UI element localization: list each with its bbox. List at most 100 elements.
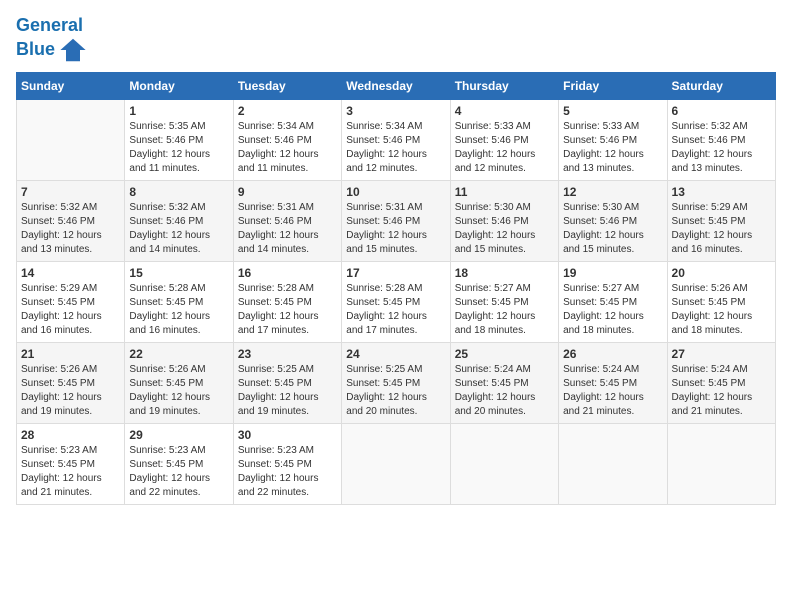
- calendar-cell: 20Sunrise: 5:26 AMSunset: 5:45 PMDayligh…: [667, 261, 775, 342]
- calendar-header: SundayMondayTuesdayWednesdayThursdayFrid…: [17, 72, 776, 99]
- day-info: Sunrise: 5:32 AMSunset: 5:46 PMDaylight:…: [129, 201, 228, 257]
- calendar-cell: 27 Sunrise: 5:24 AMSunset: 5:45 PMDayligh…: [667, 342, 775, 423]
- day-number: 22: [129, 347, 228, 361]
- day-info: Sunrise: 5:23 AMSunset: 5:45 PMDaylight:…: [129, 444, 228, 500]
- day-info: Sunrise: 5:28 AMSunset: 5:45 PMDaylight:…: [129, 282, 228, 338]
- day-number: 19: [563, 266, 662, 280]
- day-number: 28: [21, 428, 120, 442]
- day-info: Sunrise: 5:24 AMSunset: 5:45 PMDaylight:…: [455, 363, 554, 419]
- calendar-week-row: 28 Sunrise: 5:23 AMSunset: 5:45 PMDayligh…: [17, 423, 776, 504]
- day-number: 16: [238, 266, 337, 280]
- day-info: Sunrise: 5:29 AMSunset: 5:45 PMDaylight:…: [21, 282, 120, 338]
- calendar-cell: 6Sunrise: 5:32 AMSunset: 5:46 PMDaylight…: [667, 99, 775, 180]
- day-info: Sunrise: 5:34 AMSunset: 5:46 PMDaylight:…: [346, 120, 445, 176]
- logo-text: General: [16, 16, 87, 36]
- calendar-cell: 9 Sunrise: 5:31 AMSunset: 5:46 PMDaylight…: [233, 180, 341, 261]
- calendar-week-row: 1Sunrise: 5:35 AMSunset: 5:46 PMDaylight…: [17, 99, 776, 180]
- day-info: Sunrise: 5:27 AMSunset: 5:45 PMDaylight:…: [563, 282, 662, 338]
- calendar-week-row: 7Sunrise: 5:32 AMSunset: 5:46 PMDaylight…: [17, 180, 776, 261]
- calendar-cell: 12 Sunrise: 5:30 AMSunset: 5:46 PMDayligh…: [559, 180, 667, 261]
- calendar-cell: 24 Sunrise: 5:25 AMSunset: 5:45 PMDayligh…: [342, 342, 450, 423]
- calendar-cell: 5 Sunrise: 5:33 AMSunset: 5:46 PMDaylight…: [559, 99, 667, 180]
- day-info: Sunrise: 5:30 AMSunset: 5:46 PMDaylight:…: [563, 201, 662, 257]
- day-number: 18: [455, 266, 554, 280]
- day-number: 10: [346, 185, 445, 199]
- day-info: Sunrise: 5:24 AMSunset: 5:45 PMDaylight:…: [672, 363, 771, 419]
- calendar-cell: [17, 99, 125, 180]
- calendar-cell: 26 Sunrise: 5:24 AMSunset: 5:45 PMDayligh…: [559, 342, 667, 423]
- day-number: 21: [21, 347, 120, 361]
- calendar-cell: 3 Sunrise: 5:34 AMSunset: 5:46 PMDaylight…: [342, 99, 450, 180]
- day-number: 17: [346, 266, 445, 280]
- day-info: Sunrise: 5:27 AMSunset: 5:45 PMDaylight:…: [455, 282, 554, 338]
- day-number: 27: [672, 347, 771, 361]
- day-info: Sunrise: 5:34 AMSunset: 5:46 PMDaylight:…: [238, 120, 337, 176]
- calendar-week-row: 21 Sunrise: 5:26 AMSunset: 5:45 PMDayligh…: [17, 342, 776, 423]
- calendar-week-row: 14 Sunrise: 5:29 AMSunset: 5:45 PMDayligh…: [17, 261, 776, 342]
- header-row: SundayMondayTuesdayWednesdayThursdayFrid…: [17, 72, 776, 99]
- calendar-cell: 18 Sunrise: 5:27 AMSunset: 5:45 PMDayligh…: [450, 261, 558, 342]
- logo-icon: [59, 36, 87, 64]
- weekday-header: Saturday: [667, 72, 775, 99]
- day-info: Sunrise: 5:23 AMSunset: 5:45 PMDaylight:…: [238, 444, 337, 500]
- day-info: Sunrise: 5:31 AMSunset: 5:46 PMDaylight:…: [346, 201, 445, 257]
- calendar-body: 1Sunrise: 5:35 AMSunset: 5:46 PMDaylight…: [17, 99, 776, 504]
- calendar-cell: 15 Sunrise: 5:28 AMSunset: 5:45 PMDayligh…: [125, 261, 233, 342]
- calendar-cell: 11Sunrise: 5:30 AMSunset: 5:46 PMDayligh…: [450, 180, 558, 261]
- day-number: 15: [129, 266, 228, 280]
- day-info: Sunrise: 5:25 AMSunset: 5:45 PMDaylight:…: [346, 363, 445, 419]
- day-info: Sunrise: 5:32 AMSunset: 5:46 PMDaylight:…: [672, 120, 771, 176]
- day-number: 30: [238, 428, 337, 442]
- calendar-cell: [450, 423, 558, 504]
- day-number: 8: [129, 185, 228, 199]
- weekday-header: Friday: [559, 72, 667, 99]
- day-number: 9: [238, 185, 337, 199]
- day-number: 24: [346, 347, 445, 361]
- calendar-cell: 2 Sunrise: 5:34 AMSunset: 5:46 PMDaylight…: [233, 99, 341, 180]
- day-number: 14: [21, 266, 120, 280]
- calendar-cell: 7Sunrise: 5:32 AMSunset: 5:46 PMDaylight…: [17, 180, 125, 261]
- calendar-cell: [342, 423, 450, 504]
- day-info: Sunrise: 5:26 AMSunset: 5:45 PMDaylight:…: [21, 363, 120, 419]
- calendar-cell: 4 Sunrise: 5:33 AMSunset: 5:46 PMDaylight…: [450, 99, 558, 180]
- day-number: 11: [455, 185, 554, 199]
- calendar-cell: [667, 423, 775, 504]
- day-number: 29: [129, 428, 228, 442]
- day-info: Sunrise: 5:33 AMSunset: 5:46 PMDaylight:…: [563, 120, 662, 176]
- day-info: Sunrise: 5:31 AMSunset: 5:46 PMDaylight:…: [238, 201, 337, 257]
- weekday-header: Sunday: [17, 72, 125, 99]
- calendar-cell: 1Sunrise: 5:35 AMSunset: 5:46 PMDaylight…: [125, 99, 233, 180]
- calendar-cell: 21 Sunrise: 5:26 AMSunset: 5:45 PMDayligh…: [17, 342, 125, 423]
- calendar-cell: 29 Sunrise: 5:23 AMSunset: 5:45 PMDayligh…: [125, 423, 233, 504]
- calendar-cell: 30 Sunrise: 5:23 AMSunset: 5:45 PMDayligh…: [233, 423, 341, 504]
- logo-subtext: Blue: [16, 40, 55, 60]
- day-info: Sunrise: 5:28 AMSunset: 5:45 PMDaylight:…: [346, 282, 445, 338]
- day-info: Sunrise: 5:32 AMSunset: 5:46 PMDaylight:…: [21, 201, 120, 257]
- day-number: 12: [563, 185, 662, 199]
- calendar-cell: 28 Sunrise: 5:23 AMSunset: 5:45 PMDayligh…: [17, 423, 125, 504]
- weekday-header: Thursday: [450, 72, 558, 99]
- calendar-cell: 17 Sunrise: 5:28 AMSunset: 5:45 PMDayligh…: [342, 261, 450, 342]
- day-info: Sunrise: 5:26 AMSunset: 5:45 PMDaylight:…: [129, 363, 228, 419]
- day-number: 2: [238, 104, 337, 118]
- calendar-cell: 16Sunrise: 5:28 AMSunset: 5:45 PMDayligh…: [233, 261, 341, 342]
- day-number: 3: [346, 104, 445, 118]
- calendar-cell: 19 Sunrise: 5:27 AMSunset: 5:45 PMDayligh…: [559, 261, 667, 342]
- calendar-cell: [559, 423, 667, 504]
- weekday-header: Monday: [125, 72, 233, 99]
- day-number: 5: [563, 104, 662, 118]
- day-info: Sunrise: 5:26 AMSunset: 5:45 PMDaylight:…: [672, 282, 771, 338]
- day-info: Sunrise: 5:23 AMSunset: 5:45 PMDaylight:…: [21, 444, 120, 500]
- calendar-cell: 22 Sunrise: 5:26 AMSunset: 5:45 PMDayligh…: [125, 342, 233, 423]
- calendar-cell: 8 Sunrise: 5:32 AMSunset: 5:46 PMDaylight…: [125, 180, 233, 261]
- logo: General Blue: [16, 16, 87, 64]
- day-info: Sunrise: 5:33 AMSunset: 5:46 PMDaylight:…: [455, 120, 554, 176]
- day-info: Sunrise: 5:29 AMSunset: 5:45 PMDaylight:…: [672, 201, 771, 257]
- day-info: Sunrise: 5:24 AMSunset: 5:45 PMDaylight:…: [563, 363, 662, 419]
- weekday-header: Tuesday: [233, 72, 341, 99]
- day-number: 26: [563, 347, 662, 361]
- day-number: 4: [455, 104, 554, 118]
- calendar-cell: 23Sunrise: 5:25 AMSunset: 5:45 PMDayligh…: [233, 342, 341, 423]
- calendar-cell: 14 Sunrise: 5:29 AMSunset: 5:45 PMDayligh…: [17, 261, 125, 342]
- day-number: 1: [129, 104, 228, 118]
